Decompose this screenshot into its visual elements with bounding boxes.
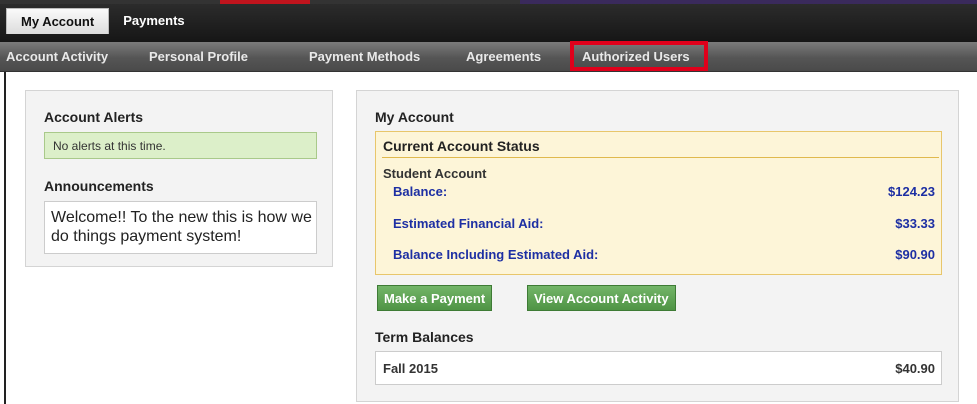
banner-accent-red — [220, 0, 310, 4]
authorized-users-highlight — [570, 41, 708, 71]
status-title: Current Account Status — [383, 138, 540, 154]
balance-including-aid-value: $90.90 — [895, 247, 935, 262]
my-account-heading: My Account — [375, 109, 454, 125]
balance-value: $124.23 — [888, 184, 935, 199]
term-amount: $40.90 — [895, 361, 935, 376]
balance-including-aid-label[interactable]: Balance Including Estimated Aid: — [393, 247, 598, 262]
announcements-heading: Announcements — [44, 178, 154, 194]
top-tabs: My Account Payments — [6, 8, 199, 34]
left-border — [0, 72, 6, 404]
alerts-panel: Account Alerts No alerts at this time. A… — [25, 90, 333, 267]
term-name: Fall 2015 — [383, 361, 438, 376]
account-type: Student Account — [383, 166, 487, 181]
tab-my-account[interactable]: My Account — [6, 8, 110, 34]
make-payment-button[interactable]: Make a Payment — [377, 285, 493, 311]
app-window: My Account Payments Account Activity Per… — [0, 0, 977, 404]
subnav-payment-methods[interactable]: Payment Methods — [309, 49, 420, 64]
financial-aid-label[interactable]: Estimated Financial Aid: — [393, 216, 544, 231]
account-status-box: Current Account Status Student Account B… — [375, 131, 942, 275]
term-balances-heading: Term Balances — [375, 329, 474, 345]
subnav-account-activity[interactable]: Account Activity — [6, 49, 108, 64]
status-divider — [382, 157, 939, 158]
top-banner-strip — [0, 0, 977, 4]
subnav-agreements[interactable]: Agreements — [466, 49, 541, 64]
banner-accent-purple — [520, 0, 977, 4]
alert-message: No alerts at this time. — [44, 132, 317, 159]
view-account-activity-button[interactable]: View Account Activity — [527, 285, 676, 311]
top-navigation-bar: My Account Payments — [0, 0, 977, 42]
subnav-personal-profile[interactable]: Personal Profile — [149, 49, 248, 64]
financial-aid-value: $33.33 — [895, 216, 935, 231]
announcement-text: Welcome!! To the new this is how we do t… — [44, 201, 317, 254]
account-alerts-heading: Account Alerts — [44, 109, 144, 125]
tab-payments[interactable]: Payments — [109, 8, 198, 34]
term-balance-row: Fall 2015 $40.90 — [375, 351, 942, 385]
sub-navigation-bar: Account Activity Personal Profile Paymen… — [0, 42, 977, 72]
my-account-panel: My Account Current Account Status Studen… — [356, 90, 959, 402]
balance-label[interactable]: Balance: — [393, 184, 447, 199]
